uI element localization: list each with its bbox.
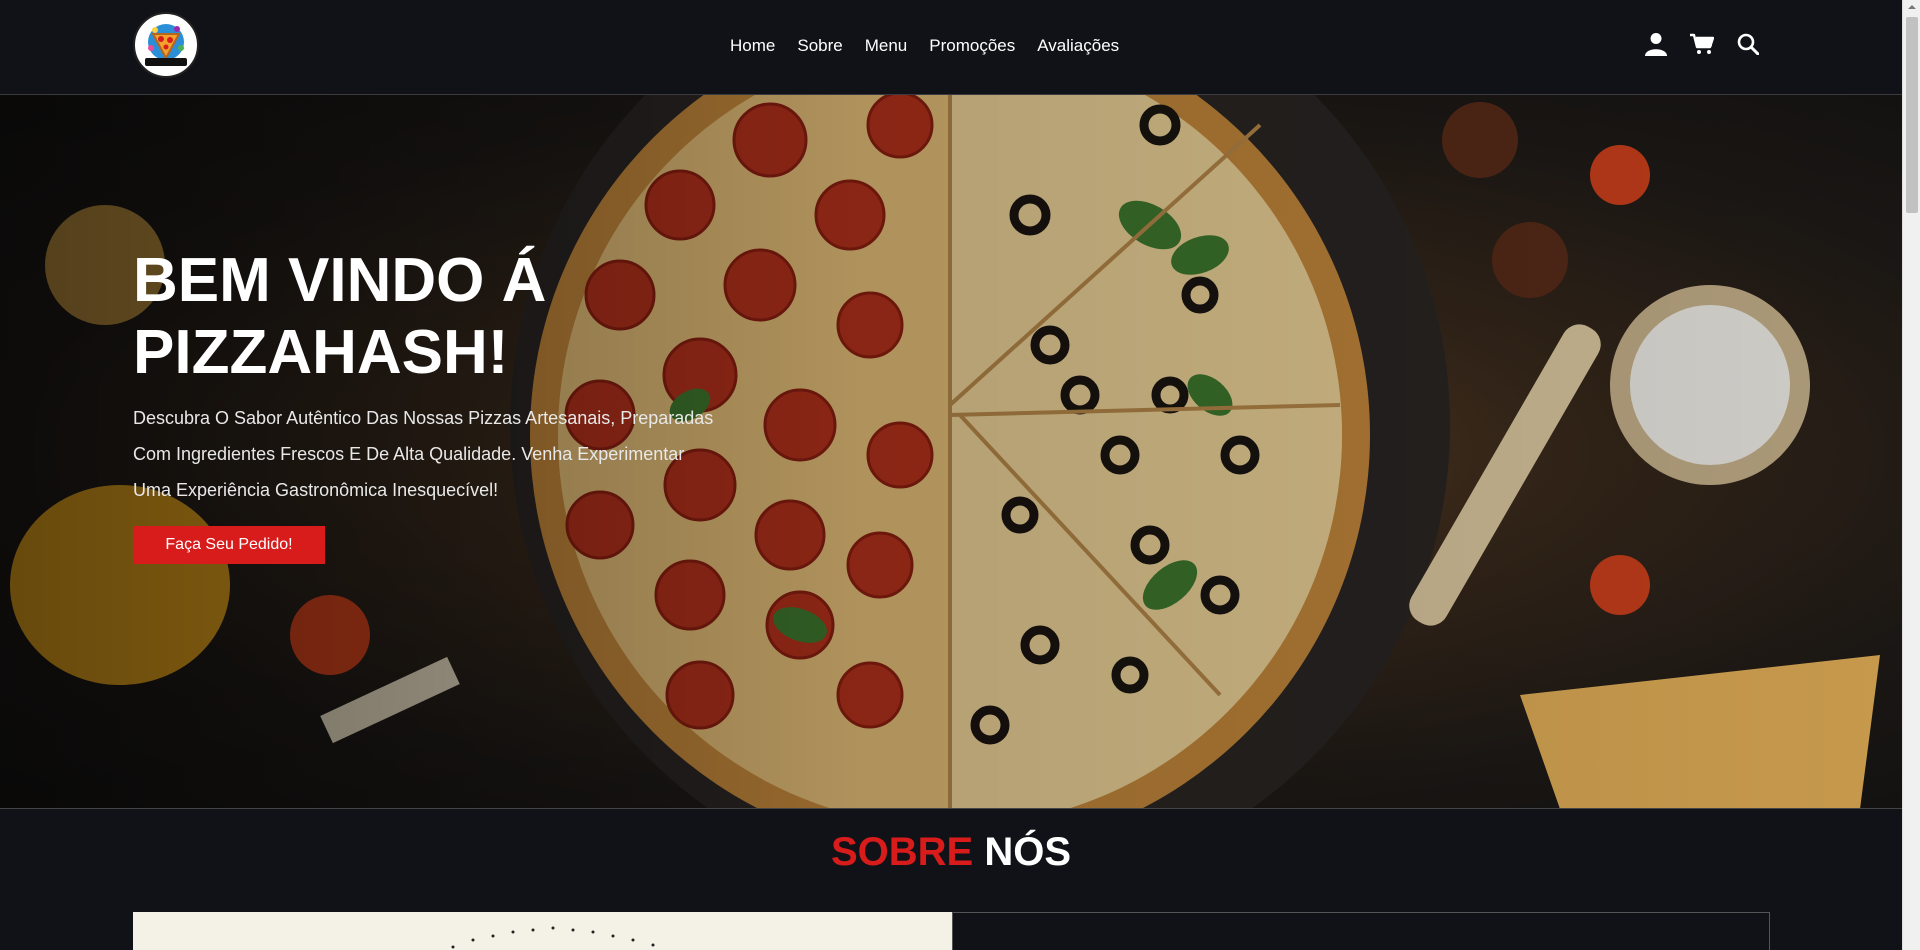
- main-nav: Home Sobre Menu Promoções Avaliações: [730, 36, 1119, 56]
- nav-promocoes[interactable]: Promoções: [929, 36, 1015, 56]
- nav-home[interactable]: Home: [730, 36, 775, 56]
- pizzahash-logo[interactable]: [133, 12, 199, 78]
- site-header: Home Sobre Menu Promoções Avaliações: [0, 0, 1902, 95]
- about-text-box: [952, 912, 1770, 950]
- cart-icon[interactable]: [1690, 32, 1714, 56]
- scroll-up-arrow-icon[interactable]: [1907, 2, 1917, 12]
- user-icon[interactable]: [1644, 32, 1668, 56]
- header-icons: [1644, 32, 1760, 56]
- hero-description: Descubra O Sabor Autêntico Das Nossas Pi…: [133, 408, 714, 500]
- hero-title: BEM VINDO Á PIZZAHASH!: [133, 246, 547, 387]
- hero-section: BEM VINDO Á PIZZAHASH! Descubra O Sabor …: [0, 95, 1902, 809]
- page-scrollbar[interactable]: [1902, 0, 1920, 950]
- nav-sobre[interactable]: Sobre: [797, 36, 842, 56]
- search-icon[interactable]: [1736, 32, 1760, 56]
- about-image: [133, 912, 952, 950]
- about-title-white: NÓS: [984, 830, 1072, 874]
- about-title-red: SOBRE: [830, 830, 974, 874]
- nav-avaliacoes[interactable]: Avaliações: [1037, 36, 1119, 56]
- order-button[interactable]: Faça Seu Pedido!: [133, 526, 325, 564]
- about-section-title: SOBRE NÓS: [0, 830, 1902, 875]
- scroll-thumb[interactable]: [1906, 17, 1918, 213]
- nav-menu[interactable]: Menu: [865, 36, 908, 56]
